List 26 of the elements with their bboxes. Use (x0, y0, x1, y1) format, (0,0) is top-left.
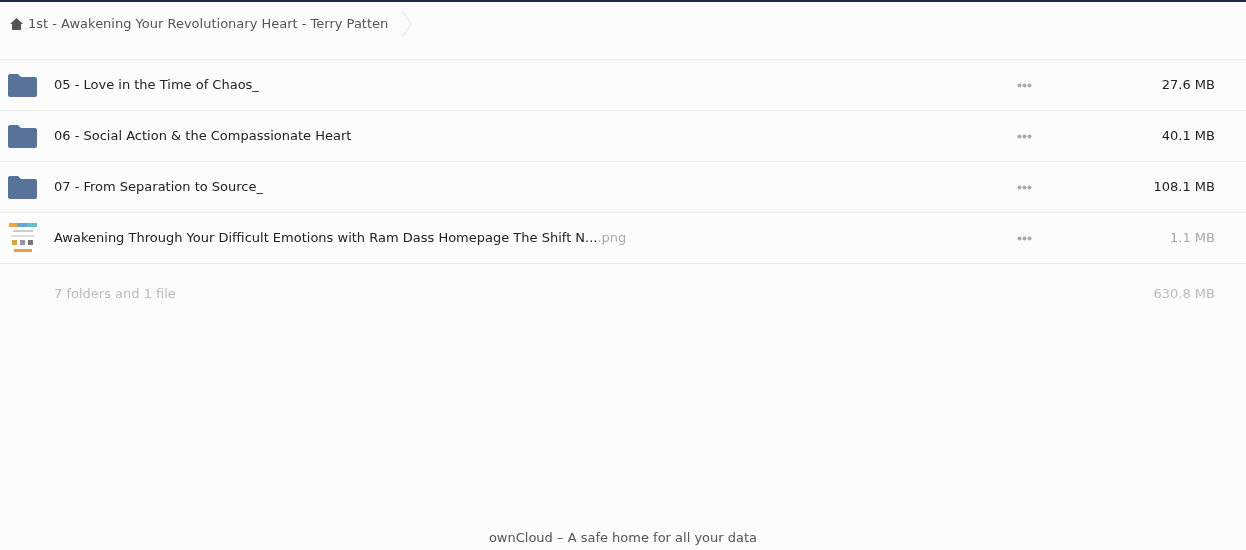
file-name[interactable]: 06 - Social Action & the Compassionate Heart (54, 126, 352, 146)
file-row[interactable]: Awakening Through Your Difficult Emotions with Ram Dass Homepage The Shift N....png 1.1 MB (0, 213, 1246, 264)
image-thumbnail-icon (8, 222, 38, 254)
more-options-icon[interactable] (1017, 133, 1032, 139)
file-name[interactable]: Awakening Through Your Difficult Emotions with Ram Dass Homepage The Shift N....png (54, 228, 627, 248)
file-size: 27.6 MB (1160, 76, 1215, 95)
file-name[interactable]: 07 - From Separation to Source_ (54, 177, 263, 197)
breadcrumb-link[interactable]: 1st - Awakening Your Revolutionary Heart - Terry Patten (9, 14, 403, 34)
file-size: 40.1 MB (1160, 127, 1215, 146)
folder-icon (8, 73, 37, 97)
footer-text: ownCloud – A safe home for all your data (488, 529, 758, 547)
more-options-icon[interactable] (1017, 184, 1032, 190)
file-row[interactable]: 07 - From Separation to Source_ 108.1 MB (0, 162, 1246, 213)
more-options-icon[interactable] (1017, 82, 1032, 88)
folder-icon (8, 124, 37, 148)
file-size: 108.1 MB (1152, 178, 1215, 197)
file-row[interactable]: 05 - Love in the Time of Chaos_ 27.6 MB (0, 60, 1246, 111)
file-size: 1.1 MB (1169, 229, 1215, 248)
file-name[interactable]: 05 - Love in the Time of Chaos_ (54, 75, 259, 95)
folder-icon (8, 175, 37, 199)
home-icon (9, 16, 24, 31)
total-size: 630.8 MB (1153, 285, 1215, 304)
breadcrumb-separator-icon (402, 11, 413, 37)
summary-text: 7 folders and 1 file (54, 285, 176, 304)
more-options-icon[interactable] (1017, 235, 1032, 241)
file-row[interactable]: 06 - Social Action & the Compassionate Heart 40.1 MB (0, 111, 1246, 162)
